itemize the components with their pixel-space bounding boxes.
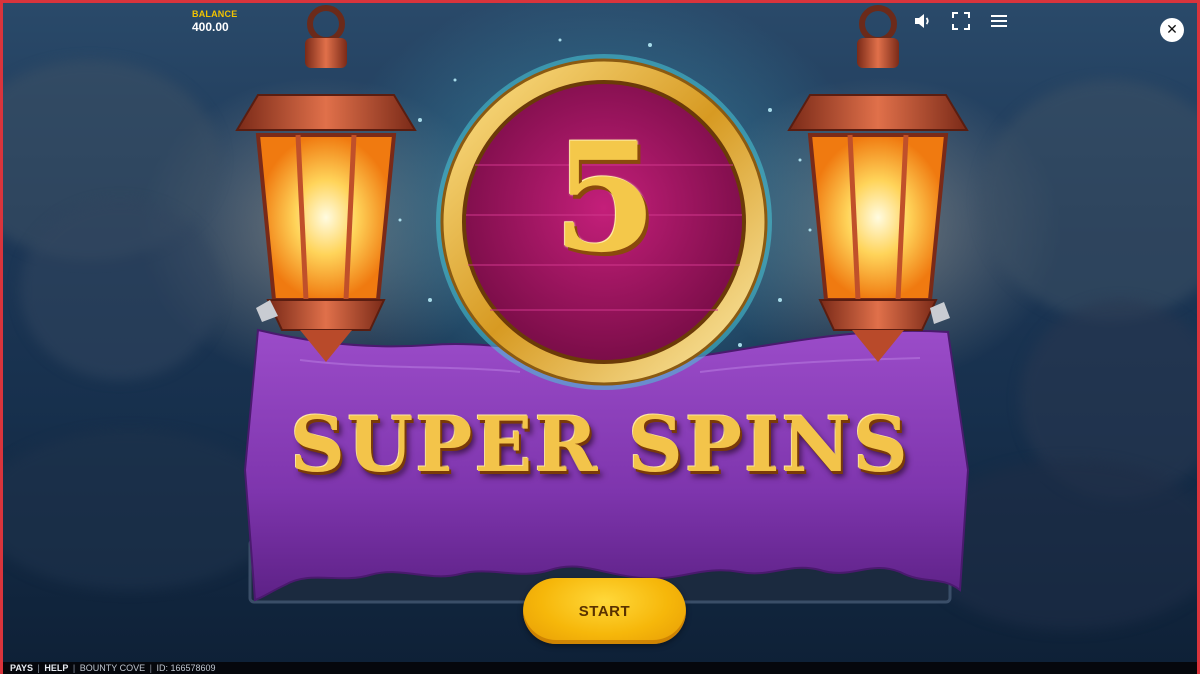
footer-separator: | bbox=[149, 663, 152, 673]
feature-artwork bbox=[235, 5, 970, 604]
hamburger-menu-icon[interactable] bbox=[988, 10, 1010, 32]
start-button[interactable]: START bbox=[523, 578, 686, 644]
balance-value: 400.00 bbox=[192, 20, 229, 34]
frame-border-top bbox=[0, 0, 1200, 3]
right-lantern bbox=[787, 5, 969, 362]
frame-border-left bbox=[0, 0, 3, 674]
game-background: 5 SUPER SPINS BALANCE 400.00 ✕ START PAY… bbox=[0, 0, 1200, 674]
feature-title: SUPER SPINS bbox=[290, 400, 910, 489]
close-icon[interactable]: ✕ bbox=[1160, 18, 1184, 42]
spins-count: 5 bbox=[552, 110, 658, 286]
footer-bar: PAYS | HELP | BOUNTY COVE | ID: 16657860… bbox=[0, 662, 1200, 674]
fullscreen-icon[interactable] bbox=[950, 10, 972, 32]
pays-link[interactable]: PAYS bbox=[10, 663, 33, 673]
left-lantern bbox=[235, 5, 417, 362]
footer-separator: | bbox=[37, 663, 40, 673]
game-id: ID: 166578609 bbox=[156, 663, 216, 673]
game-name: BOUNTY COVE bbox=[79, 663, 146, 673]
footer-separator: | bbox=[72, 663, 76, 673]
balance-label: BALANCE bbox=[192, 9, 238, 19]
help-link[interactable]: HELP bbox=[44, 663, 68, 673]
speaker-icon[interactable] bbox=[912, 10, 934, 32]
